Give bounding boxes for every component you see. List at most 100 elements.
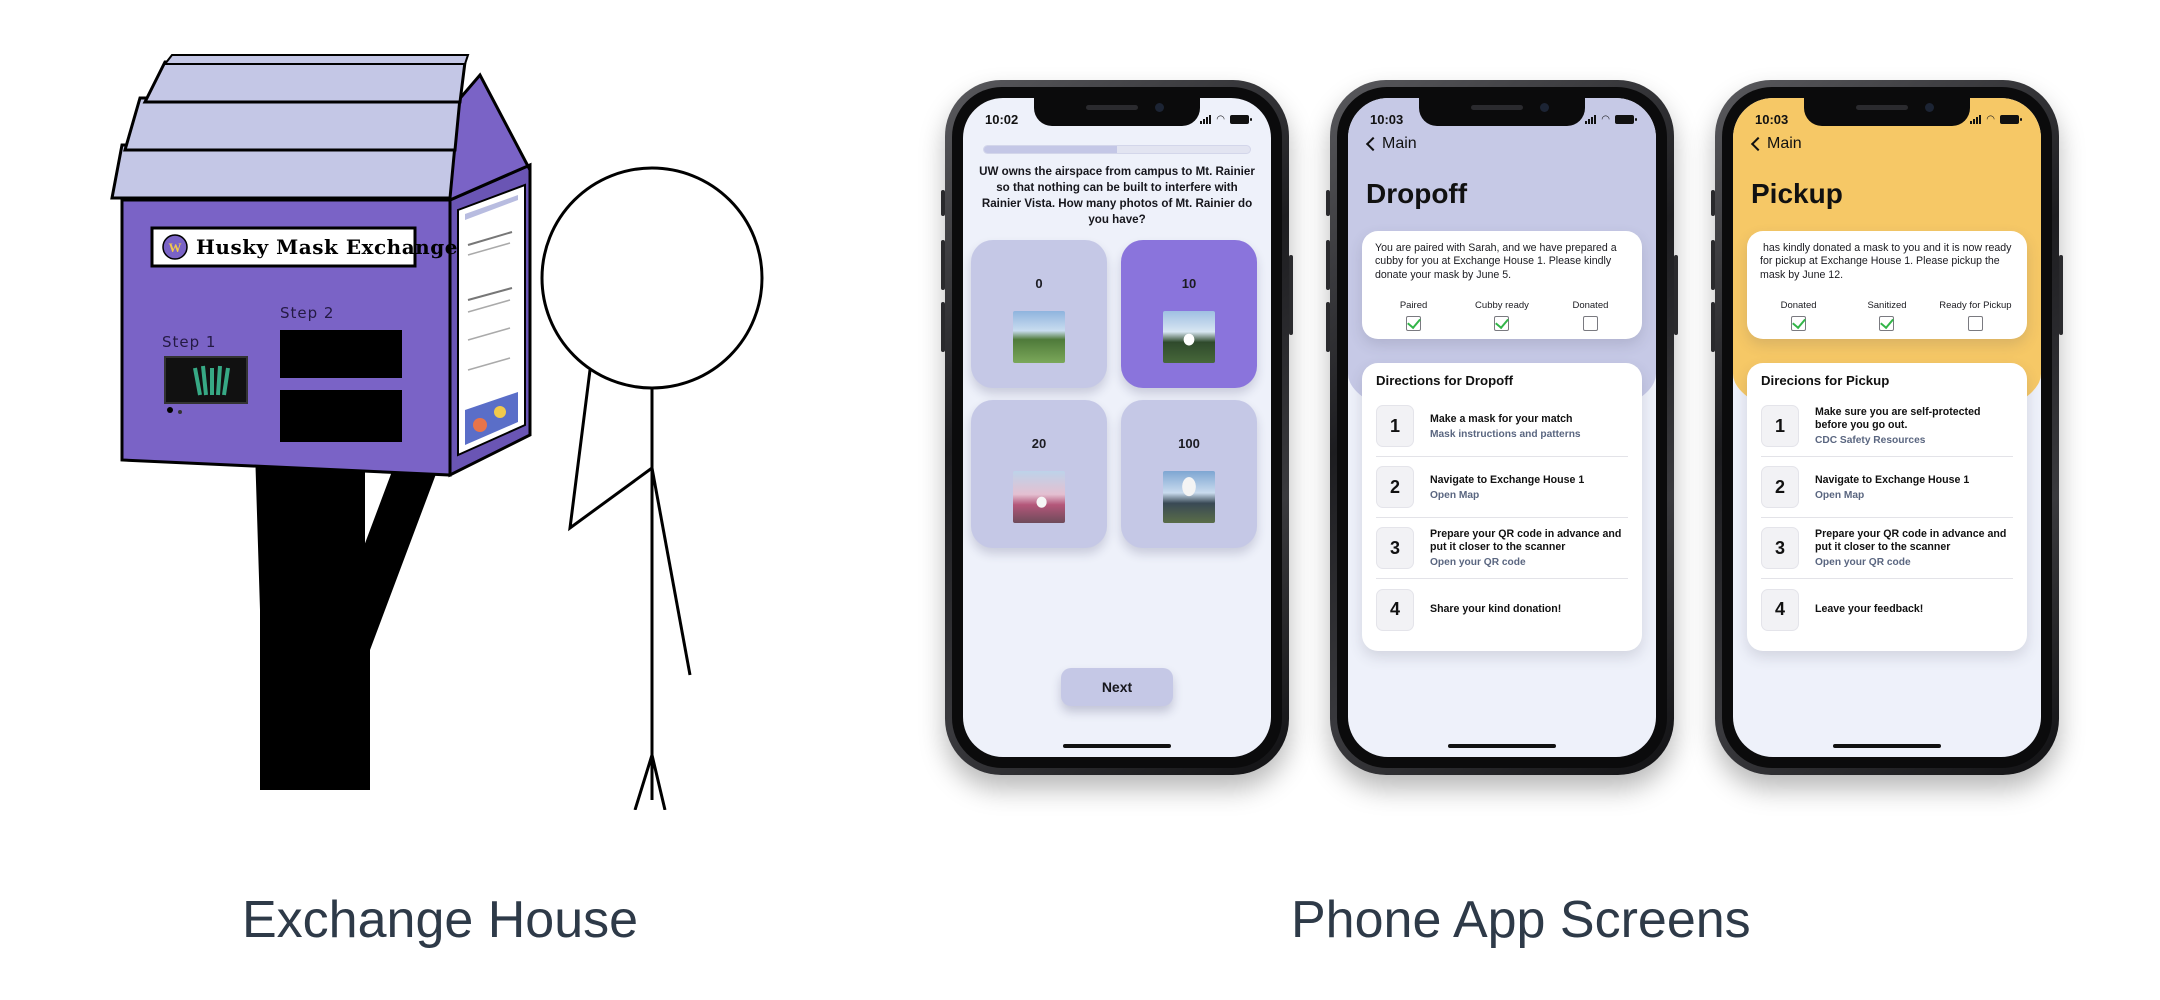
step-number: 2 <box>1376 466 1414 508</box>
quiz-question: UW owns the airspace from campus to Mt. … <box>979 165 1255 226</box>
battery-icon <box>1615 114 1637 124</box>
wifi-icon: ◠ <box>1216 113 1225 125</box>
step-text: Prepare your QR code in advance and put … <box>1815 528 2007 553</box>
signal-icon <box>1970 114 1982 124</box>
quiz-option-10[interactable]: 10 <box>1121 240 1257 388</box>
donation-message-card: has kindly donated a mask to you and it … <box>1747 231 2027 339</box>
step-number: 1 <box>1761 405 1799 447</box>
mt-rainier-photo <box>1013 311 1065 363</box>
house-roof <box>110 54 470 200</box>
dropoff-screen: 10:03 ◠ Main Dropoff You are paired with… <box>1348 98 1656 757</box>
wifi-icon: ◠ <box>1986 113 1995 125</box>
checkbox-empty-icon <box>1582 316 1598 331</box>
open-map-link[interactable]: Open Map <box>1815 490 1969 501</box>
page-title: Pickup <box>1751 178 1843 209</box>
next-button[interactable]: Next <box>1061 668 1173 706</box>
step-number: 4 <box>1761 588 1799 631</box>
step-number: 2 <box>1761 466 1799 508</box>
status-donated: Donated <box>1547 300 1634 331</box>
directions-title: Direcions for Pickup <box>1761 373 1890 388</box>
directions-title: Directions for Dropoff <box>1376 373 1514 388</box>
open-qr-code-link[interactable]: Open your QR code <box>1815 557 2013 568</box>
step-number: 4 <box>1376 588 1414 631</box>
pickup-screen: 10:03 ◠ Main Pickup has kindly donated a… <box>1733 98 2041 757</box>
checkbox-empty-icon <box>1967 316 1983 331</box>
mt-rainier-photo <box>1163 311 1215 363</box>
signal-icon <box>1200 114 1212 124</box>
step-text: Prepare your QR code in advance and put … <box>1430 528 1622 553</box>
chevron-left-icon <box>1750 136 1766 152</box>
back-button[interactable]: Main <box>1749 135 1802 153</box>
cdc-safety-link[interactable]: CDC Safety Resources <box>1815 435 2013 446</box>
home-indicator <box>1833 744 1941 748</box>
direction-step: 2 Navigate to Exchange House 1 Open Map <box>1761 457 2013 518</box>
directions-card: Directions for Dropoff 1 Make a mask for… <box>1362 363 1642 651</box>
step-text: Leave your feedback! <box>1815 603 1924 615</box>
open-map-link[interactable]: Open Map <box>1430 490 1584 501</box>
status-sanitized: Sanitized <box>1843 300 1930 331</box>
checkbox-checked-icon <box>1791 316 1807 331</box>
battery-icon <box>1230 114 1252 124</box>
mask-instructions-link[interactable]: Mask instructions and patterns <box>1430 429 1581 440</box>
step2-label: Step 2 <box>280 304 334 322</box>
mt-rainier-photo <box>1013 471 1065 523</box>
quiz-screen: 10:02 ◠ UW owns the airspace from campus… <box>963 98 1271 757</box>
sign-logo-letter: W <box>169 240 182 255</box>
back-button[interactable]: Main <box>1364 135 1417 153</box>
status-checklist: Paired Cubby ready Donated <box>1370 300 1634 331</box>
home-indicator <box>1063 744 1171 748</box>
back-label: Main <box>1767 135 1802 152</box>
status-time: 10:02 <box>985 111 1019 127</box>
direction-step: 1 Make sure you are self-protected befor… <box>1761 396 2013 457</box>
option-label: 100 <box>1178 436 1200 451</box>
step-text: Navigate to Exchange House 1 <box>1430 473 1585 486</box>
sign-text: Husky Mask Exchange <box>196 235 458 259</box>
quiz-option-100[interactable]: 100 <box>1121 400 1257 548</box>
caption-phone-app-screens: Phone App Screens <box>1291 891 1751 949</box>
direction-step: 1 Make a mask for your match Mask instru… <box>1376 396 1628 457</box>
home-indicator <box>1448 744 1556 748</box>
donation-message: has kindly donated a mask to you and it … <box>1760 242 2015 281</box>
option-label: 0 <box>1035 276 1043 291</box>
page-title: Dropoff <box>1366 178 1468 209</box>
direction-step: 4 Share your kind donation! <box>1376 579 1628 640</box>
open-qr-code-link[interactable]: Open your QR code <box>1430 557 1628 568</box>
quiz-options: 0 10 20 100 <box>971 240 1261 548</box>
status-paired: Paired <box>1370 300 1457 331</box>
status-time: 10:03 <box>1755 111 1789 127</box>
option-label: 10 <box>1181 276 1197 291</box>
caption-exchange-house: Exchange House <box>242 891 639 949</box>
direction-step: 3 Prepare your QR code in advance and pu… <box>1376 518 1628 579</box>
phone-pickup: 10:03 ◠ Main Pickup has kindly donated a… <box>1711 80 2063 775</box>
battery-icon <box>2000 114 2022 124</box>
step-number: 3 <box>1376 527 1414 569</box>
phone-quiz: 10:02 ◠ UW owns the airspace from campus… <box>941 80 1293 775</box>
quiz-option-20[interactable]: 20 <box>971 400 1107 548</box>
status-checklist: Donated Sanitized Ready for Pickup <box>1755 300 2019 331</box>
chevron-left-icon <box>1365 136 1381 152</box>
status-donated: Donated <box>1755 300 1842 331</box>
option-label: 20 <box>1031 436 1047 451</box>
wifi-icon: ◠ <box>1601 113 1610 125</box>
checkbox-checked-icon <box>1879 316 1895 331</box>
status-time: 10:03 <box>1370 111 1404 127</box>
quiz-option-0[interactable]: 0 <box>971 240 1107 388</box>
pairing-message-card: You are paired with Sarah, and we have p… <box>1362 231 1642 339</box>
step1-label: Step 1 <box>162 333 216 351</box>
status-ready-for-pickup: Ready for Pickup <box>1932 300 2019 331</box>
mt-rainier-photo <box>1163 471 1215 523</box>
step-text: Navigate to Exchange House 1 <box>1815 473 1970 486</box>
house-post <box>255 450 445 790</box>
stick-figure <box>540 166 764 810</box>
step-number: 1 <box>1376 405 1414 447</box>
step-text: Share your kind donation! <box>1430 603 1562 615</box>
side-info-poster <box>457 183 526 457</box>
signal-icon <box>1585 114 1597 124</box>
checkbox-checked-icon <box>1494 316 1510 331</box>
directions-card: Direcions for Pickup 1 Make sure you are… <box>1747 363 2027 651</box>
direction-step: 3 Prepare your QR code in advance and pu… <box>1761 518 2013 579</box>
direction-step: 2 Navigate to Exchange House 1 Open Map <box>1376 457 1628 518</box>
step-text: Make a mask for your match <box>1430 412 1573 425</box>
quiz-progress-bar <box>983 145 1251 154</box>
pairing-message: You are paired with Sarah, and we have p… <box>1375 242 1617 281</box>
